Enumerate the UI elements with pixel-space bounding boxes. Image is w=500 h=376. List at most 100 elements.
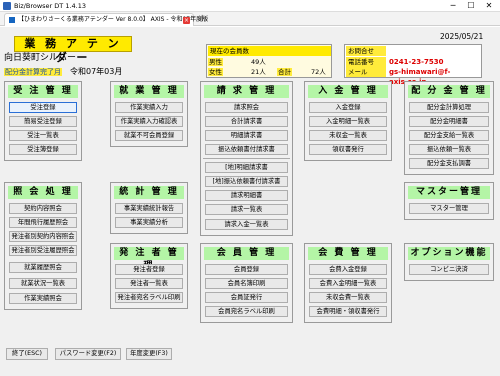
member-count-title: 現在の会員数 [208, 46, 331, 56]
maximize-button[interactable]: ☐ [462, 0, 480, 12]
business-statistics-report-button[interactable]: 事業実績統計報告 [115, 203, 183, 214]
minimize-button[interactable]: ─ [444, 0, 462, 12]
fee-payment-register-button[interactable]: 会費入金登録 [309, 264, 387, 275]
client-register-button[interactable]: 発注者登録 [115, 264, 183, 275]
simple-order-register-button[interactable]: 簡易受注登録 [9, 116, 77, 127]
work-result-confirm-button[interactable]: 作業実績入力確認表 [115, 116, 183, 127]
new-tab-button[interactable]: + [198, 13, 206, 25]
exit-button[interactable]: 終了(ESC) [6, 348, 48, 360]
fee-receipt-issue-button[interactable]: 会費明細・領収書発行 [309, 306, 387, 317]
order-register-button[interactable]: 受注登録 [9, 102, 77, 113]
payment-management-section: 入 金 管 理 入金登録 入金明細一覧表 未収金一覧表 領収書発行 [304, 81, 392, 161]
fee-payment-list-button[interactable]: 会費入金明細一覧表 [309, 278, 387, 289]
unavailable-member-button[interactable]: 就業不可会員登録 [115, 130, 183, 141]
local-transfer-invoice-button[interactable]: [地]振込依頼書付請求書 [205, 176, 288, 187]
master-management-button[interactable]: マスター管理 [409, 203, 489, 214]
transfer-invoice-button[interactable]: 振込依頼書付請求書 [205, 144, 288, 155]
female-label: 女性 [208, 68, 223, 76]
receivable-list-button[interactable]: 未収金一覧表 [309, 130, 387, 141]
billing-management-section: 請 求 管 理 請求照会 合計請求書 明細請求書 振込依頼書付請求書 [地]明細… [200, 81, 293, 236]
member-management-title: 会 員 管 理 [204, 247, 289, 260]
close-window-button[interactable]: ✕ [480, 0, 498, 12]
detail-invoice-button[interactable]: 明細請求書 [205, 130, 288, 141]
client-contract-inquiry-button[interactable]: 発注者別契約内容照会 [9, 231, 77, 242]
fee-management-section: 会 費 管 理 会費入金登録 会費入金明細一覧表 未収会費一覧表 会費明細・領収… [304, 243, 392, 323]
transfer-request-list-button[interactable]: 振込依頼一覧表 [409, 144, 489, 155]
payment-register-button[interactable]: 入金登録 [309, 102, 387, 113]
statistics-management-section: 統 計 管 理 事業実績統計報告 事業実績分析 [110, 182, 188, 234]
distribution-payment-record-button[interactable]: 配分金支払調書 [409, 158, 489, 169]
total-label: 合計 [277, 68, 292, 76]
order-management-section: 受 注 管 理 受注登録 簡易受注登録 受注一覧表 受注簿登録 [4, 81, 82, 161]
member-roster-print-button[interactable]: 会員名簿印刷 [205, 278, 288, 289]
tab-bar: 【ひまわりさーくる業務アテンダー Ver 8.0.0】 AXIS - 令和07年… [0, 12, 500, 26]
year-change-button[interactable]: 年度変更(F3) [126, 348, 172, 360]
inquiry-title: お問合せ [346, 46, 386, 56]
female-count: 21人 [251, 68, 266, 76]
statistics-management-title: 統 計 管 理 [114, 186, 184, 199]
convenience-payment-button[interactable]: コンビニ決済 [409, 264, 489, 275]
member-card-issue-button[interactable]: 会員証発行 [205, 292, 288, 303]
master-management-title: マスター管理 [408, 186, 490, 199]
member-count-panel: 現在の会員数 男性 49人 女性 21人 合計 72人 [206, 44, 332, 78]
organization-name: 向日葵町シルバー [4, 53, 77, 63]
business-analysis-button[interactable]: 事業実績分析 [115, 217, 183, 228]
client-order-history-button[interactable]: 発注者別受注履歴照会 [9, 245, 77, 256]
billing-payment-list-button[interactable]: 請求入金一覧表 [205, 219, 288, 230]
mail-label: メール [346, 67, 386, 77]
distribution-calc-button[interactable]: 配分金計算処理 [409, 102, 489, 113]
billing-statement-button[interactable]: 請求明細書 [205, 190, 288, 201]
member-management-section: 会 員 管 理 会員登録 会員名簿印刷 会員証発行 会員宛名ラベル印刷 [200, 243, 293, 323]
phone-value: 0241-23-7530 [389, 58, 444, 66]
order-list-button[interactable]: 受注一覧表 [9, 130, 77, 141]
tab-close-icon[interactable]: × [183, 17, 190, 24]
billing-list-button[interactable]: 請求一覧表 [205, 204, 288, 215]
billing-inquiry-button[interactable]: 請求照会 [205, 102, 288, 113]
receipt-issue-button[interactable]: 領収書発行 [309, 144, 387, 155]
order-book-register-button[interactable]: 受注簿登録 [9, 144, 77, 155]
master-management-section: マスター管理 マスター管理 [404, 182, 494, 220]
work-result-input-button[interactable]: 作業実績入力 [115, 102, 183, 113]
member-label-print-button[interactable]: 会員宛名ラベル印刷 [205, 306, 288, 317]
option-section: オプション機能 コンビニ決済 [404, 243, 494, 281]
inquiry-process-title: 照 会 処 理 [8, 186, 78, 199]
finance-month: 令和07年03月 [70, 67, 123, 76]
order-management-title: 受 注 管 理 [8, 85, 78, 98]
work-status-list-button[interactable]: 就業状況一覧表 [9, 278, 77, 289]
inquiry-panel: お問合せ 電話番号 0241-23-7530 メール gs-himawari@f… [344, 44, 482, 86]
option-title: オプション機能 [408, 247, 490, 260]
client-management-title: 発 注 者 管 理 [114, 247, 184, 271]
password-change-button[interactable]: パスワード変更(F2) [55, 348, 121, 360]
fee-management-title: 会 費 管 理 [308, 247, 388, 260]
inquiry-process-section: 照 会 処 理 契約内容照会 年間飛行履歴照会 発注者別契約内容照会 発注者別受… [4, 182, 82, 310]
current-date: 2025/05/21 [440, 32, 484, 41]
client-management-section: 発 注 者 管 理 発注者登録 発注者一覧表 発注者宛名ラベル印刷 [110, 243, 188, 309]
work-result-inquiry-button[interactable]: 作業実績照会 [9, 293, 77, 304]
payment-detail-list-button[interactable]: 入金明細一覧表 [309, 116, 387, 127]
payment-management-title: 入 金 管 理 [308, 85, 388, 98]
distribution-detail-button[interactable]: 配分金明細書 [409, 116, 489, 127]
window-title: Biz/Browser DT 1.4.13 [14, 2, 86, 10]
member-register-button[interactable]: 会員登録 [205, 264, 288, 275]
work-management-section: 就 業 管 理 作業実績入力 作業実績入力確認表 就業不可会員登録 [110, 81, 188, 147]
total-count: 72人 [311, 68, 326, 76]
client-list-button[interactable]: 発注者一覧表 [115, 278, 183, 289]
tab-label: 【ひまわりさーくる業務アテンダー Ver 8.0.0】 AXIS - 令和07年… [18, 16, 209, 23]
distribution-management-title: 配 分 金 管 理 [408, 85, 490, 98]
app-icon [3, 2, 11, 10]
finance-label: 配分金計算完了月 [4, 68, 62, 76]
local-detail-invoice-button[interactable]: [地]明細請求書 [205, 162, 288, 173]
distribution-pay-list-button[interactable]: 配分金支給一覧表 [409, 130, 489, 141]
work-management-title: 就 業 管 理 [114, 85, 184, 98]
tab-favicon-icon [9, 17, 15, 23]
contract-inquiry-button[interactable]: 契約内容照会 [9, 203, 77, 214]
client-label-print-button[interactable]: 発注者宛名ラベル印刷 [115, 292, 183, 303]
billing-management-title: 請 求 管 理 [204, 85, 289, 98]
male-count: 49人 [251, 58, 266, 66]
tab-main[interactable]: 【ひまわりさーくる業務アテンダー Ver 8.0.0】 AXIS - 令和07年… [4, 13, 208, 26]
work-history-inquiry-button[interactable]: 就業履歴照会 [9, 262, 77, 273]
total-invoice-button[interactable]: 合計請求書 [205, 116, 288, 127]
unpaid-fee-list-button[interactable]: 未収会費一覧表 [309, 292, 387, 303]
male-label: 男性 [208, 58, 223, 66]
annual-history-button[interactable]: 年間飛行履歴照会 [9, 217, 77, 228]
